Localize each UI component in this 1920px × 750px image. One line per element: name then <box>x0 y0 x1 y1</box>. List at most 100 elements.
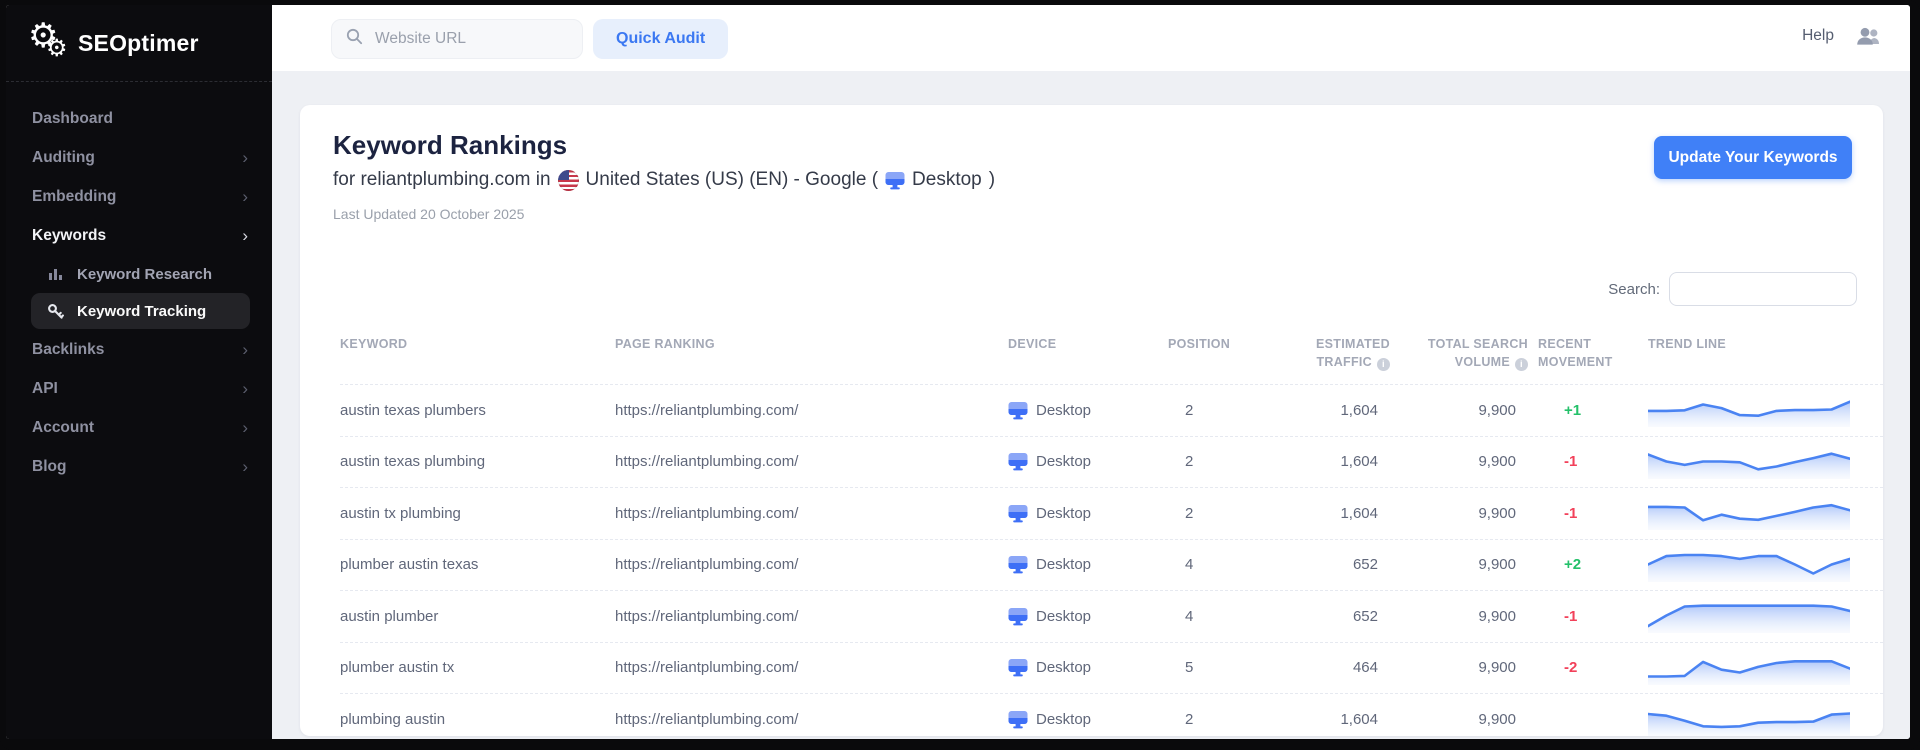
app-root: ⚙⚙ SEOptimer DashboardAuditing›Embedding… <box>6 5 1910 739</box>
topbar: Quick Audit Help <box>272 5 1910 71</box>
header-page-ranking[interactable]: PAGE RANKING <box>615 335 1008 384</box>
sidebar-item-account[interactable]: Account › <box>6 408 272 447</box>
estimated-traffic-cell: 652 <box>1280 608 1390 625</box>
estimated-traffic-cell: 1,604 <box>1280 711 1390 728</box>
desktop-icon <box>1008 504 1028 523</box>
table-row[interactable]: plumber austin txhttps://reliantplumbing… <box>340 643 1883 695</box>
key-icon <box>47 303 64 320</box>
movement-cell: +1 <box>1528 402 1648 419</box>
keyword-cell: austin tx plumbing <box>340 505 615 522</box>
sidebar-item-label: Embedding <box>32 188 116 206</box>
desktop-icon <box>1008 555 1028 574</box>
window-frame: ⚙⚙ SEOptimer DashboardAuditing›Embedding… <box>0 0 1920 750</box>
movement-cell: -2 <box>1528 659 1648 676</box>
page-ranking-cell: https://reliantplumbing.com/ <box>615 711 1008 728</box>
chevron-right-icon: › <box>242 419 248 436</box>
estimated-traffic-cell: 464 <box>1280 659 1390 676</box>
website-url-input[interactable] <box>373 29 557 49</box>
sidebar-subitem-label: Keyword Research <box>77 266 212 283</box>
table-row[interactable]: plumber austin texashttps://reliantplumb… <box>340 540 1883 592</box>
logo[interactable]: ⚙⚙ SEOptimer <box>28 21 199 65</box>
header-keyword[interactable]: KEYWORD <box>340 335 615 384</box>
subtitle-close: ) <box>989 169 995 191</box>
position-cell: 5 <box>1168 659 1280 676</box>
trend-line-cell <box>1648 393 1883 427</box>
keyword-table: KEYWORD PAGE RANKING DEVICE POSITION EST… <box>340 327 1883 739</box>
table-row[interactable]: austin texas plumbershttps://reliantplum… <box>340 385 1883 437</box>
logo-text: SEOptimer <box>78 30 199 57</box>
sidebar-item-embedding[interactable]: Embedding › <box>6 177 272 216</box>
search-volume-cell: 9,900 <box>1390 453 1528 470</box>
trend-line-cell <box>1648 702 1883 736</box>
keyword-cell: plumber austin texas <box>340 556 615 573</box>
sidebar-item-label: Dashboard <box>32 110 113 128</box>
header-estimated-traffic[interactable]: ESTIMATED TRAFFICi <box>1280 335 1390 384</box>
search-volume-cell: 9,900 <box>1390 608 1528 625</box>
header-recent-movement[interactable]: RECENT MOVEMENT <box>1528 335 1648 384</box>
sidebar-item-label: Backlinks <box>32 341 104 359</box>
keyword-cell: plumbing austin <box>340 711 615 728</box>
table-row[interactable]: plumbing austinhttps://reliantplumbing.c… <box>340 694 1883 739</box>
desktop-icon <box>1008 710 1028 729</box>
position-cell: 2 <box>1168 505 1280 522</box>
users-icon[interactable] <box>1855 26 1882 52</box>
trend-line-cell <box>1648 599 1883 633</box>
sidebar-subitem-label: Keyword Tracking <box>77 303 206 320</box>
help-link[interactable]: Help <box>1802 27 1834 45</box>
chevron-right-icon: › <box>242 341 248 358</box>
sidebar-subitem-keyword-research[interactable]: Keyword Research <box>31 256 250 292</box>
table-row[interactable]: austin texas plumbinghttps://reliantplum… <box>340 437 1883 489</box>
trend-line-cell <box>1648 496 1883 530</box>
page-ranking-cell: https://reliantplumbing.com/ <box>615 505 1008 522</box>
sidebar-item-backlinks[interactable]: Backlinks › <box>6 330 272 369</box>
device-cell: Desktop <box>1008 401 1168 420</box>
table-header-row: KEYWORD PAGE RANKING DEVICE POSITION EST… <box>340 327 1883 385</box>
keyword-cell: austin plumber <box>340 608 615 625</box>
device-cell: Desktop <box>1008 452 1168 471</box>
device-cell: Desktop <box>1008 710 1168 729</box>
chevron-right-icon: › <box>242 149 248 166</box>
estimated-traffic-cell: 1,604 <box>1280 505 1390 522</box>
website-url-box <box>331 19 583 59</box>
keyword-cell: plumber austin tx <box>340 659 615 676</box>
sidebar-item-label: Account <box>32 419 94 437</box>
header-search-volume[interactable]: TOTAL SEARCH VOLUMEi <box>1390 335 1528 384</box>
keyword-rankings-card: Keyword Rankings for reliantplumbing.com… <box>300 105 1883 736</box>
table-row[interactable]: austin plumberhttps://reliantplumbing.co… <box>340 591 1883 643</box>
sidebar-menu: DashboardAuditing›Embedding›Keywords›Key… <box>6 99 272 486</box>
info-icon[interactable]: i <box>1515 358 1528 371</box>
keyword-cell: austin texas plumbing <box>340 453 615 470</box>
table-row[interactable]: austin tx plumbinghttps://reliantplumbin… <box>340 488 1883 540</box>
sidebar-item-keywords[interactable]: Keywords› <box>6 216 272 255</box>
sidebar-item-blog[interactable]: Blog› <box>6 447 272 486</box>
chevron-right-icon: › <box>242 188 248 205</box>
sidebar-item-label: Keywords <box>32 227 106 245</box>
sidebar-item-auditing[interactable]: Auditing› <box>6 138 272 177</box>
update-keywords-button[interactable]: Update Your Keywords <box>1654 136 1852 179</box>
table-search-input[interactable] <box>1669 272 1857 306</box>
position-cell: 4 <box>1168 556 1280 573</box>
info-icon[interactable]: i <box>1377 358 1390 371</box>
table-search: Search: <box>1608 272 1857 306</box>
page-ranking-cell: https://reliantplumbing.com/ <box>615 453 1008 470</box>
header-device[interactable]: DEVICE <box>1008 335 1168 384</box>
sidebar-item-dashboard[interactable]: Dashboard <box>6 99 272 138</box>
sidebar-subitem-keyword-tracking[interactable]: Keyword Tracking <box>31 293 250 329</box>
device-cell: Desktop <box>1008 607 1168 626</box>
search-icon <box>346 28 363 50</box>
position-cell: 2 <box>1168 711 1280 728</box>
search-volume-cell: 9,900 <box>1390 711 1528 728</box>
movement-cell: +2 <box>1528 556 1648 573</box>
search-volume-cell: 9,900 <box>1390 402 1528 419</box>
sidebar: ⚙⚙ SEOptimer DashboardAuditing›Embedding… <box>6 5 272 739</box>
device-cell: Desktop <box>1008 555 1168 574</box>
sidebar-item-api[interactable]: API› <box>6 369 272 408</box>
search-volume-cell: 9,900 <box>1390 659 1528 676</box>
table-body: austin texas plumbershttps://reliantplum… <box>340 385 1883 739</box>
header-position[interactable]: POSITION <box>1168 335 1280 384</box>
device-cell: Desktop <box>1008 504 1168 523</box>
estimated-traffic-cell: 1,604 <box>1280 402 1390 419</box>
quick-audit-button[interactable]: Quick Audit <box>593 19 728 59</box>
page-ranking-cell: https://reliantplumbing.com/ <box>615 402 1008 419</box>
estimated-traffic-cell: 1,604 <box>1280 453 1390 470</box>
